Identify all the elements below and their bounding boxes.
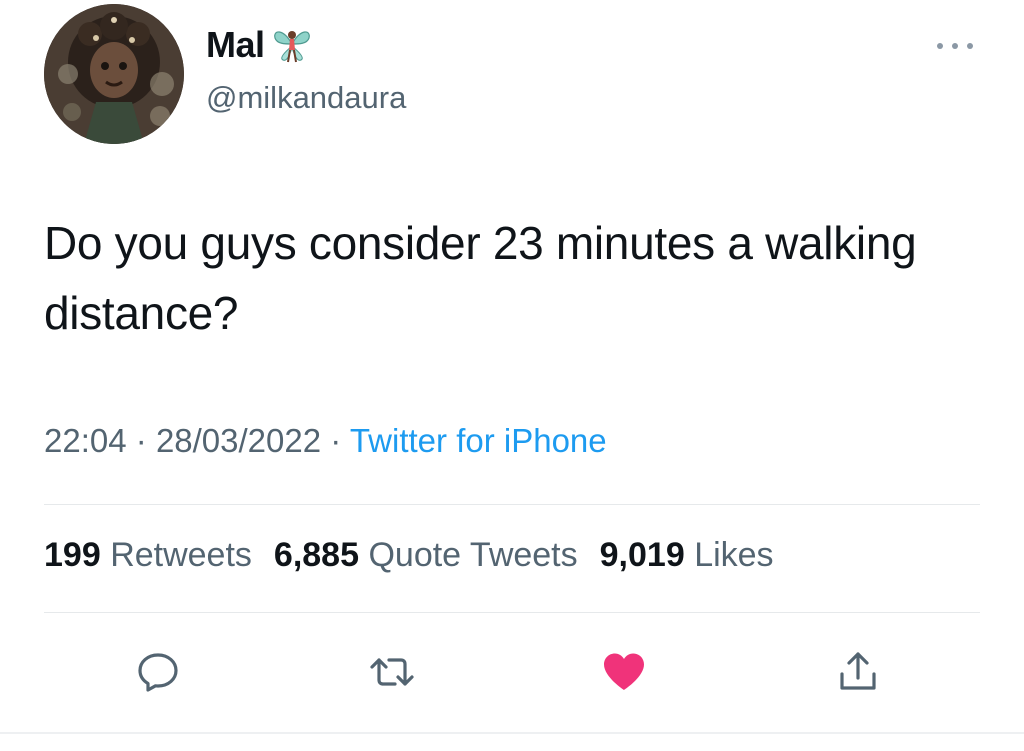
comment-icon [138,653,178,692]
avatar-image [44,4,184,144]
quote-tweets-count: 6,885 [273,536,360,574]
tweet-meta: 22:04 · 28/03/2022 · Twitter for iPhone [44,422,607,460]
likes-label: Likes [694,536,774,574]
likes-stat[interactable]: 9,019 Likes [600,536,774,574]
retweet-button[interactable] [360,640,424,704]
heart-icon [604,653,644,690]
divider-top [44,504,980,505]
action-bar [0,640,1024,710]
meta-separator: · [330,422,350,459]
likes-count: 9,019 [599,536,685,574]
like-button[interactable] [592,640,656,704]
tweet-stats: 199 Retweets 6,885 Quote Tweets 9,019 Like… [44,536,774,575]
share-button[interactable] [826,640,890,704]
reply-button[interactable] [126,640,190,704]
meta-separator: · [135,422,156,459]
tweet-card: Mal @milkandaura Do you guys consider 23… [0,0,1024,751]
tweet-time[interactable]: 22:04 [44,422,127,459]
retweets-count: 199 [44,536,101,574]
tweet-text: Do you guys consider 23 minutes a walkin… [44,217,917,339]
retweet-icon [370,658,414,686]
user-handle[interactable]: @milkandaura [206,80,406,116]
quote-tweets-stat[interactable]: 6,885 Quote Tweets [274,536,578,574]
retweets-label: Retweets [110,536,252,574]
share-icon [840,652,876,690]
retweets-stat[interactable]: 199 Retweets [44,536,252,574]
tweet-source-link[interactable]: Twitter for iPhone [350,422,607,459]
quote-tweets-label: Quote Tweets [368,536,578,574]
more-options-icon[interactable] [930,36,980,56]
tweet-date[interactable]: 28/03/2022 [156,422,321,459]
bottom-divider [0,732,1024,734]
display-name-row[interactable]: Mal [206,22,315,68]
fairy-icon [273,31,310,63]
avatar[interactable] [44,4,184,144]
divider-bottom [44,612,980,613]
display-name[interactable]: Mal [206,24,265,66]
